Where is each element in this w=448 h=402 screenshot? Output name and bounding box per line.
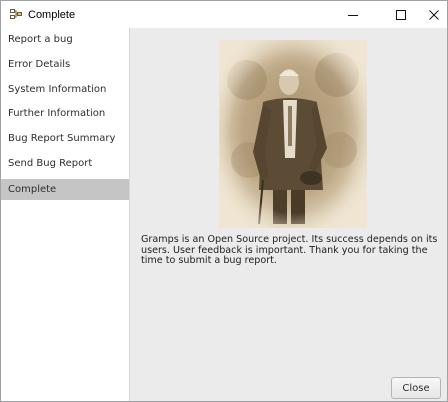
assistant-window: Complete Report a bug Error Details Syst…: [0, 0, 448, 402]
gramps-tree-icon: [9, 7, 23, 21]
sidebar-item-report-a-bug[interactable]: Report a bug: [1, 29, 129, 50]
maximize-icon: [396, 9, 406, 20]
minimize-button[interactable]: [334, 1, 372, 28]
sidebar-item-error-details[interactable]: Error Details: [1, 54, 129, 75]
window-close-button[interactable]: [415, 1, 448, 28]
sepia-portrait-photo: [219, 40, 367, 228]
sidebar-item-send-bug-report[interactable]: Send Bug Report: [1, 153, 129, 174]
sidebar-item-complete[interactable]: Complete: [1, 179, 129, 200]
sidebar-item-system-information[interactable]: System Information: [1, 79, 129, 100]
close-icon: [429, 9, 439, 20]
title-bar[interactable]: Complete: [1, 1, 447, 28]
close-button[interactable]: Close: [391, 377, 441, 399]
assistant-sidebar: Report a bug Error Details System Inform…: [1, 28, 130, 401]
main-content: Gramps is an Open Source project. Its su…: [130, 28, 447, 401]
sidebar-item-further-information[interactable]: Further Information: [1, 103, 129, 124]
completion-message: Gramps is an Open Source project. Its su…: [141, 234, 438, 267]
window-title: Complete: [28, 9, 76, 21]
minimize-icon: [348, 14, 358, 16]
sidebar-item-bug-report-summary[interactable]: Bug Report Summary: [1, 128, 129, 149]
